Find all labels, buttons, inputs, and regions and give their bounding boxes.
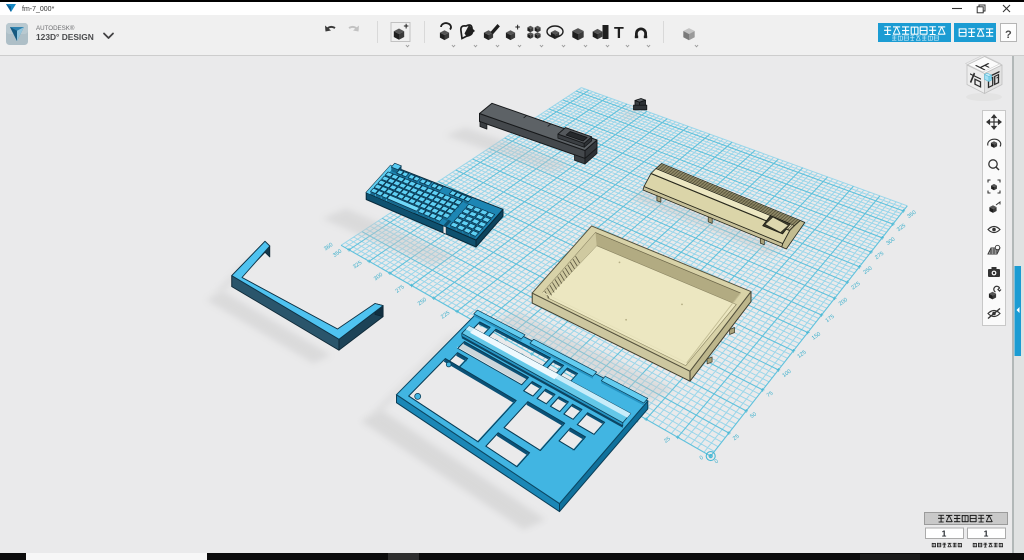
svg-text:fm-7_000*: fm-7_000* xyxy=(22,6,55,13)
svg-text:T: T xyxy=(614,25,624,42)
svg-text:AUTODESK®: AUTODESK® xyxy=(36,25,75,32)
svg-text:+: + xyxy=(515,22,520,32)
svg-text:1: 1 xyxy=(942,529,947,539)
svg-text:?: ? xyxy=(1005,29,1012,41)
svg-text:1: 1 xyxy=(984,529,989,539)
svg-text:123D° DESIGN: 123D° DESIGN xyxy=(36,32,94,42)
